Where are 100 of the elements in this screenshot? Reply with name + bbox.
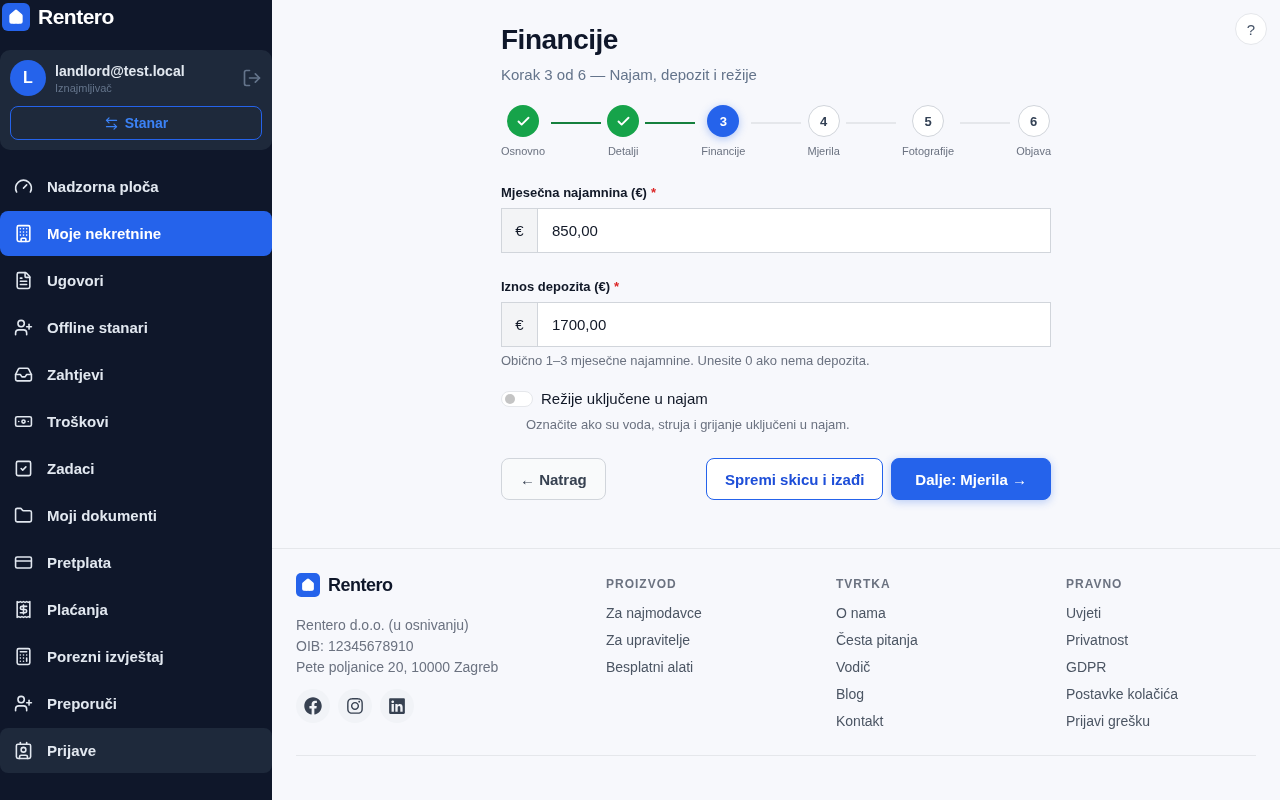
step-label: Financije — [701, 145, 746, 157]
linkedin-icon — [388, 697, 406, 715]
footer-link[interactable]: GDPR — [1066, 659, 1256, 675]
sidebar-item[interactable]: Prijave — [0, 728, 272, 773]
field-label: Iznos depozita (€) — [501, 279, 611, 294]
user-plus-icon — [14, 694, 33, 713]
receipt-icon — [14, 600, 33, 619]
footer-link[interactable]: O nama — [836, 605, 1066, 621]
page-subtitle: Korak 3 od 6 — Najam, depozit i režije — [501, 66, 758, 83]
gauge-icon — [14, 177, 33, 196]
company-info: Pete poljanice 20, 10000 Zagreb — [296, 659, 500, 675]
facebook-icon — [304, 697, 322, 715]
field-hint: Obično 1–3 mjesečne najamnine. Unesite 0 ako nema depozita. — [501, 353, 871, 368]
footer-heading: TVRTKA — [836, 577, 892, 591]
toggle-switch[interactable] — [501, 390, 533, 407]
brand-name: Rentero — [38, 5, 114, 29]
footer-link[interactable]: Prijavi grešku — [1066, 713, 1256, 729]
sidebar-item[interactable]: Nadzorna ploča — [0, 164, 272, 209]
social-link[interactable] — [338, 689, 372, 723]
footer-link[interactable]: Uvjeti — [1066, 605, 1256, 621]
user-plus-icon — [14, 318, 33, 337]
sidebar-item[interactable]: Plaćanja — [0, 587, 272, 632]
step-label: Detalji — [607, 145, 639, 157]
footer-link[interactable]: Privatnost — [1066, 632, 1256, 648]
sidebar-item-label: Moje nekretnine — [47, 225, 162, 242]
sidebar-item-label: Nadzorna ploča — [47, 178, 159, 195]
field-label: Mjesečna najamnina (€) — [501, 185, 647, 200]
credit-card-icon — [14, 553, 33, 572]
sidebar-item[interactable]: Zahtjevi — [0, 352, 272, 397]
sidebar-item-label: Troškovi — [47, 413, 109, 430]
sidebar-item[interactable]: Offline stanari — [0, 305, 272, 350]
currency-prefix: € — [501, 302, 538, 347]
step-circle: 5 — [912, 105, 944, 137]
swap-icon — [103, 115, 119, 131]
toggle-label: Režije uključene u najam — [541, 390, 708, 407]
sidebar-item-label: Preporuči — [47, 695, 118, 712]
step-label: Objava — [1016, 145, 1051, 157]
social-link[interactable] — [380, 689, 414, 723]
social-link[interactable] — [296, 689, 330, 723]
sidebar-item-label: Prijave — [47, 742, 97, 759]
logo-icon — [296, 573, 320, 597]
sidebar-item-label: Offline stanari — [47, 319, 148, 336]
save-draft-button[interactable]: Spremi skicu i izađi — [706, 458, 884, 500]
sidebar-item-label: Ugovori — [47, 272, 104, 289]
step-circle: 6 — [1017, 105, 1050, 137]
step-label: Osnovno — [501, 145, 546, 157]
footer-heading: PROIZVOD — [606, 577, 678, 591]
back-button[interactable]: ← Natrag — [501, 458, 606, 500]
footer-link[interactable]: Za najmodavce — [606, 605, 836, 621]
step-circle: 4 — [807, 105, 840, 137]
footer-link[interactable]: Vodič — [836, 659, 1066, 675]
sidebar-item[interactable]: Porezni izvještaj — [0, 634, 272, 679]
sidebar-item[interactable]: Ugovori — [0, 258, 272, 303]
sidebar-item[interactable]: Pretplata — [0, 540, 272, 585]
currency-prefix: € — [501, 208, 538, 253]
toggle-hint: Označite ako su voda, struja i grijanje uključeni u najam. — [526, 417, 851, 432]
sidebar-item[interactable]: Troškovi — [0, 399, 272, 444]
brand-name: Rentero — [328, 574, 393, 596]
amount-field[interactable]: 850,00 — [538, 208, 1051, 253]
switch-role-button[interactable]: Stanar — [10, 106, 262, 140]
sidebar-item-label: Porezni izvještaj — [47, 648, 164, 665]
sidebar-item-label: Zadaci — [47, 460, 95, 477]
checkbox-icon — [14, 459, 33, 478]
building-icon — [14, 224, 33, 243]
user-role: Iznajmljivač — [55, 81, 113, 94]
sidebar-item-label: Zahtjevi — [47, 366, 104, 383]
logo-icon — [2, 3, 30, 31]
sidebar-item-label: Pretplata — [47, 554, 112, 571]
step-circle: 3 — [707, 105, 740, 137]
avatar: L — [10, 60, 46, 96]
next-button[interactable]: Dalje: Mjerila → — [891, 458, 1051, 500]
document-icon — [14, 271, 33, 290]
user-email: landlord@test.local — [55, 62, 186, 79]
footer-link[interactable]: Besplatni alati — [606, 659, 836, 675]
footer-link[interactable]: Za upravitelje — [606, 632, 836, 648]
help-button[interactable]: ? — [1235, 13, 1267, 45]
calculator-icon — [14, 647, 33, 666]
footer-link[interactable]: Kontakt — [836, 713, 1066, 729]
step-label: Fotografije — [902, 145, 954, 157]
amount-field[interactable]: 1700,00 — [538, 302, 1051, 347]
sidebar-item[interactable]: Moje nekretnine — [0, 211, 272, 256]
required-mark: * — [614, 279, 620, 294]
footer-link[interactable]: Blog — [836, 686, 1066, 702]
sidebar-item[interactable]: Preporuči — [0, 681, 272, 726]
company-info: OIB: 12345678910 — [296, 638, 415, 654]
footer-link[interactable]: Postavke kolačića — [1066, 686, 1256, 702]
sidebar-item-label: Plaćanja — [47, 601, 108, 618]
instagram-icon — [346, 697, 364, 715]
sidebar-item[interactable]: Moji dokumenti — [0, 493, 272, 538]
footer-link[interactable]: Česta pitanja — [836, 632, 1066, 648]
sidebar-item[interactable]: Zadaci — [0, 446, 272, 491]
logout-icon[interactable] — [242, 68, 262, 88]
required-mark: * — [650, 185, 656, 200]
step-label: Mjerila — [807, 145, 840, 157]
contact-card-icon — [14, 741, 33, 760]
folder-icon — [14, 506, 33, 525]
company-info: Rentero d.o.o. (u osnivanju) — [296, 617, 470, 633]
sidebar-item-label: Moji dokumenti — [47, 507, 157, 524]
footer-heading: PRAVNO — [1066, 577, 1124, 591]
page-title: Financije — [501, 24, 619, 56]
